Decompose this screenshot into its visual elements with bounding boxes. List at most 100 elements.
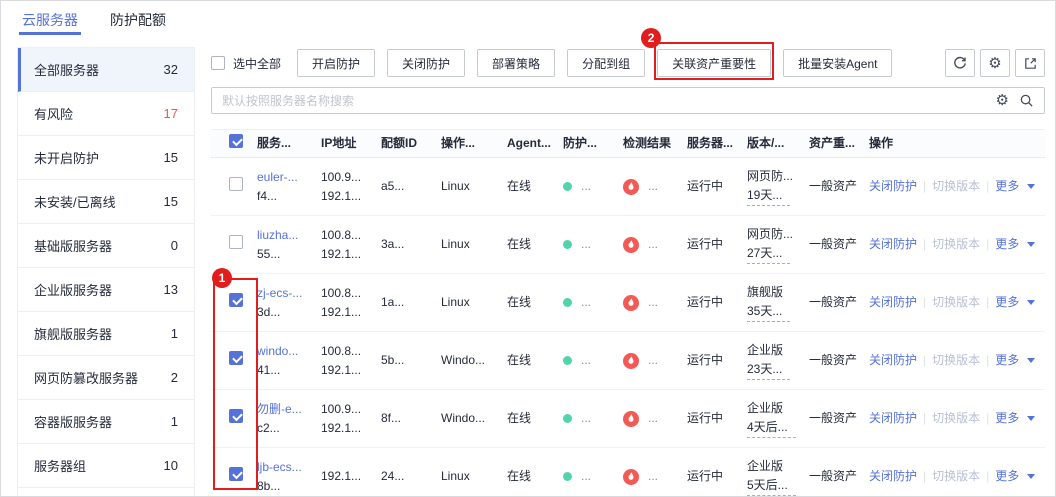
expiry-line[interactable]: 5天后... <box>747 476 796 497</box>
row-disable-protection-link[interactable]: 关闭防护 <box>869 409 917 428</box>
row-checkbox[interactable] <box>229 177 243 191</box>
ip-line2: 192.1... <box>321 361 377 380</box>
protection-ellipsis: ... <box>581 293 591 312</box>
sidebar-item-at-risk[interactable]: 有风险 17 <box>18 92 194 136</box>
export-button[interactable] <box>1015 49 1045 77</box>
select-all-label: 选中全部 <box>233 55 281 72</box>
expiry-line[interactable]: 35天... <box>747 302 790 323</box>
table-row: windo... 41... 100.8... 192.1... 5b... W… <box>211 332 1045 390</box>
row-checkbox[interactable] <box>229 235 243 249</box>
associate-asset-importance-button[interactable]: 关联资产重要性 <box>657 49 771 77</box>
hss-server-list-page: 云服务器 防护配额 全部服务器 32 有风险 17 未开启防护 15 未安装/已… <box>0 0 1056 497</box>
action-divider <box>986 467 989 486</box>
expiry-line[interactable]: 4天后... <box>747 418 796 439</box>
sidebar-item-not-installed-offline[interactable]: 未安装/已离线 15 <box>18 180 194 224</box>
expiry-line[interactable]: 19天... <box>747 186 790 207</box>
server-name-line2: f4... <box>257 187 317 206</box>
batch-install-agent-button[interactable]: 批量安装Agent <box>783 49 892 77</box>
header-checkbox[interactable] <box>229 134 243 148</box>
cell-server-status: 运行中 <box>683 467 743 486</box>
action-divider <box>923 467 926 486</box>
sidebar-item-premium-edition[interactable]: 旗舰版服务器 1 <box>18 312 194 356</box>
row-more-link[interactable]: 更多 <box>995 351 1019 370</box>
expiry-line[interactable]: 27天... <box>747 244 790 265</box>
sidebar-item-unprotected[interactable]: 未开启防护 15 <box>18 136 194 180</box>
row-disable-protection-link[interactable]: 关闭防护 <box>869 293 917 312</box>
server-name-link[interactable]: zj-ecs-... <box>257 284 317 303</box>
deploy-policy-button[interactable]: 部署策略 <box>477 49 555 77</box>
table-row: liuzha... 55... 100.8... 192.1... 3a... … <box>211 216 1045 274</box>
row-switch-edition-link[interactable]: 切换版本 <box>932 351 980 370</box>
row-disable-protection-link[interactable]: 关闭防护 <box>869 177 917 196</box>
ip-line1: 100.9... <box>321 400 377 419</box>
row-disable-protection-link[interactable]: 关闭防护 <box>869 235 917 254</box>
row-switch-edition-link[interactable]: 切换版本 <box>932 177 980 196</box>
col-asset-importance: 资产重... <box>803 134 865 153</box>
asset-importance-highlight-wrap: 2 关联资产重要性 <box>657 49 771 77</box>
tab-cloud-servers[interactable]: 云服务器 <box>19 1 81 35</box>
select-all-checkbox[interactable] <box>211 56 225 70</box>
disable-protection-button[interactable]: 关闭防护 <box>387 49 465 77</box>
row-more-link[interactable]: 更多 <box>995 293 1019 312</box>
row-switch-edition-link[interactable]: 切换版本 <box>932 409 980 428</box>
cell-asset-importance: 一般资产 <box>803 235 865 254</box>
sidebar-item-all-servers[interactable]: 全部服务器 32 <box>18 48 194 92</box>
cell-agent-status: 在线 <box>503 409 559 428</box>
server-name-link[interactable]: ljb-ecs... <box>257 458 317 477</box>
ip-line1: 100.8... <box>321 284 377 303</box>
search-settings-icon[interactable]: ⚙ <box>996 93 1009 108</box>
search-input[interactable] <box>222 94 986 108</box>
row-switch-edition-link[interactable]: 切换版本 <box>932 467 980 486</box>
sidebar-item-container-edition[interactable]: 容器版服务器 1 <box>18 400 194 444</box>
row-more-link[interactable]: 更多 <box>995 467 1019 486</box>
table-row: ljb-ecs... 8b... 192.1... 24... Linux 在线… <box>211 448 1045 497</box>
refresh-button[interactable] <box>945 49 975 77</box>
row-disable-protection-link[interactable]: 关闭防护 <box>869 351 917 370</box>
table-settings-button[interactable]: ⚙ <box>980 49 1010 77</box>
ip-line2: 192.1... <box>321 303 377 322</box>
action-divider <box>923 409 926 428</box>
row-switch-edition-link[interactable]: 切换版本 <box>932 293 980 312</box>
action-divider <box>923 177 926 196</box>
cell-detection-result: ... <box>619 293 683 312</box>
row-checkbox[interactable] <box>229 467 243 481</box>
cell-server-status: 运行中 <box>683 409 743 428</box>
expiry-line[interactable]: 23天... <box>747 360 790 381</box>
select-all-control[interactable]: 选中全部 <box>211 55 281 72</box>
enable-protection-button[interactable]: 开启防护 <box>297 49 375 77</box>
assign-to-group-button[interactable]: 分配到组 <box>567 49 645 77</box>
sidebar-item-label: 全部服务器 <box>34 60 99 79</box>
ip-line2: 192.1... <box>321 245 377 264</box>
row-disable-protection-link[interactable]: 关闭防护 <box>869 467 917 486</box>
server-name-link[interactable]: 勿删-e... <box>257 400 317 419</box>
server-name-link[interactable]: liuzha... <box>257 226 317 245</box>
cell-ip: 100.9... 192.1... <box>317 168 377 205</box>
sidebar-item-enterprise-edition[interactable]: 企业版服务器 13 <box>18 268 194 312</box>
cell-protection-status: ... <box>559 235 619 254</box>
row-more-link[interactable]: 更多 <box>995 409 1019 428</box>
row-checkbox[interactable] <box>229 293 243 307</box>
sidebar-item-count: 1 <box>171 326 178 341</box>
sidebar-item-wtp-edition[interactable]: 网页防篡改服务器 2 <box>18 356 194 400</box>
cell-server-name: zj-ecs-... 3d... <box>253 284 317 321</box>
sidebar-item-basic-edition[interactable]: 基础版服务器 0 <box>18 224 194 268</box>
row-checkbox[interactable] <box>229 351 243 365</box>
main-panel: 选中全部 开启防护 关闭防护 部署策略 分配到组 2 关联资产重要性 批量安装A… <box>211 47 1045 497</box>
row-switch-edition-link[interactable]: 切换版本 <box>932 235 980 254</box>
caret-down-icon <box>1027 358 1035 363</box>
row-checkbox-cell <box>211 177 253 197</box>
sidebar-item-server-groups[interactable]: 服务器组 10 <box>18 444 194 488</box>
tab-protection-quota[interactable]: 防护配额 <box>107 1 169 35</box>
row-more-link[interactable]: 更多 <box>995 177 1019 196</box>
cell-operations: 关闭防护 切换版本 更多 <box>865 467 1047 486</box>
protection-ellipsis: ... <box>581 177 591 196</box>
col-os: 操作... <box>437 134 503 153</box>
server-name-link[interactable]: windo... <box>257 342 317 361</box>
row-checkbox[interactable] <box>229 409 243 423</box>
sidebar-item-count: 32 <box>164 62 178 77</box>
search-icon[interactable] <box>1019 93 1034 108</box>
row-more-link[interactable]: 更多 <box>995 235 1019 254</box>
cell-asset-importance: 一般资产 <box>803 177 865 196</box>
server-name-link[interactable]: euler-... <box>257 168 317 187</box>
protection-ellipsis: ... <box>581 235 591 254</box>
